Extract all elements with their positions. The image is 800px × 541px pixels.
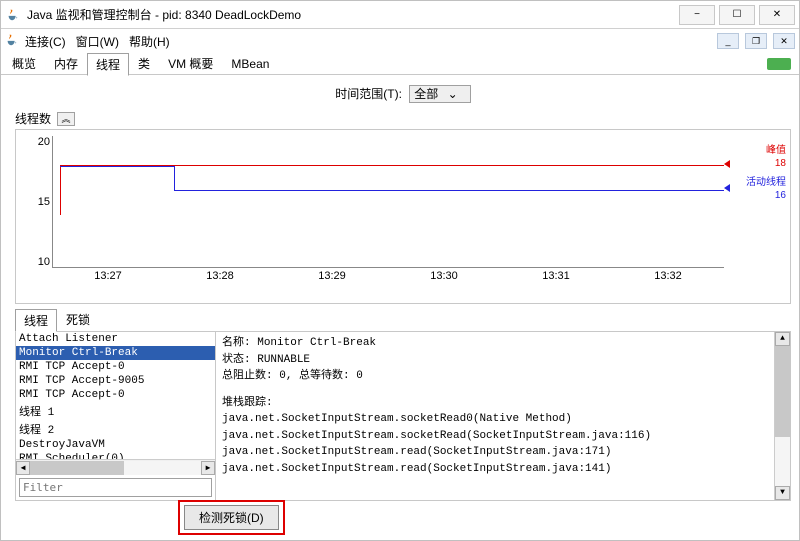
tab-threads-lower[interactable]: 线程 <box>15 309 57 332</box>
lower-panel: Attach ListenerMonitor Ctrl-BreakRMI TCP… <box>15 331 791 501</box>
live-line-drop <box>174 166 175 190</box>
detail-vscroll[interactable]: ▲ ▼ <box>774 332 790 500</box>
time-range-row: 时间范围(T): 全部 ⌄ <box>15 79 791 110</box>
stack-line: java.net.SocketInputStream.read(SocketIn… <box>222 461 784 478</box>
vscroll-track[interactable] <box>775 346 790 486</box>
main-tabs: 概览 内存 线程 类 VM 概要 MBean <box>1 53 799 75</box>
stack-line: java.net.SocketInputStream.socketRead(So… <box>222 428 784 445</box>
thread-list-hscroll[interactable]: ◀ ▶ <box>16 459 215 475</box>
live-marker-icon <box>724 184 730 192</box>
deadlock-highlight: 检测死锁(D) <box>178 500 285 535</box>
scroll-right-button[interactable]: ▶ <box>201 461 215 475</box>
time-range-label: 时间范围(T): <box>335 87 402 101</box>
tab-memory[interactable]: 内存 <box>45 52 87 75</box>
tab-vm-summary[interactable]: VM 概要 <box>159 52 222 75</box>
tab-classes[interactable]: 类 <box>129 52 159 75</box>
detail-name-value: Monitor Ctrl-Break <box>257 337 376 349</box>
detail-state-label: 状态: <box>222 354 251 366</box>
menubar: 连接(C) 窗口(W) 帮助(H) _ ❐ ✕ <box>1 29 799 53</box>
lower-tabs: 线程 死锁 <box>15 308 791 331</box>
menu-window[interactable]: 窗口(W) <box>76 33 119 50</box>
thread-detail-pane: 名称: Monitor Ctrl-Break 状态: RUNNABLE 总阻止数… <box>216 332 790 500</box>
detect-deadlock-button[interactable]: 检测死锁(D) <box>184 505 279 530</box>
thread-count-label: 线程数 <box>15 110 51 127</box>
content-area: 时间范围(T): 全部 ⌄ 线程数 ︽ 20 15 10 <box>1 75 799 540</box>
legend-live-label: 活动线程 <box>746 176 786 189</box>
time-range-value: 全部 <box>414 87 438 101</box>
menu-connect[interactable]: 连接(C) <box>25 33 66 50</box>
outer-titlebar: Java 监视和管理控制台 - pid: 8340 DeadLockDemo −… <box>1 1 799 29</box>
hscroll-thumb[interactable] <box>30 461 124 475</box>
thread-list-item[interactable]: Attach Listener <box>16 332 215 346</box>
legend-live-value: 16 <box>746 189 786 202</box>
plot-area <box>52 136 724 268</box>
x-axis: 13:27 13:28 13:29 13:30 13:31 13:32 <box>52 270 724 286</box>
stack-line: java.net.SocketInputStream.read(SocketIn… <box>222 444 784 461</box>
thread-count-header: 线程数 ︽ <box>15 110 791 127</box>
inner-window-controls: _ ❐ ✕ <box>717 33 795 49</box>
chart-legend: 峰值 18 活动线程 16 <box>746 144 786 202</box>
y-tick: 15 <box>30 196 50 208</box>
thread-list-item[interactable]: DestroyJavaVM <box>16 438 215 452</box>
tab-deadlock[interactable]: 死锁 <box>57 308 99 331</box>
java-icon <box>5 33 19 50</box>
y-axis: 20 15 10 <box>30 136 50 268</box>
legend-peak-label: 峰值 <box>746 144 786 157</box>
java-icon <box>5 7 21 23</box>
inner-minimize-button[interactable]: _ <box>717 33 739 49</box>
thread-list-item[interactable]: 线程 1 <box>16 402 215 420</box>
detail-blocked-label: 总阻止数: <box>222 370 273 382</box>
chevron-down-icon: ⌄ <box>448 87 458 101</box>
live-line-seg2 <box>174 190 724 191</box>
thread-list-item[interactable]: Monitor Ctrl-Break <box>16 346 215 360</box>
inner-maximize-button[interactable]: ❐ <box>745 33 767 49</box>
scroll-down-button[interactable]: ▼ <box>775 486 790 500</box>
peak-marker-icon <box>724 160 730 168</box>
collapse-toggle[interactable]: ︽ <box>57 112 75 126</box>
menu-help[interactable]: 帮助(H) <box>129 33 170 50</box>
close-button[interactable]: ✕ <box>759 5 795 25</box>
live-line-seg1 <box>60 166 174 167</box>
window-title: Java 监视和管理控制台 - pid: 8340 DeadLockDemo <box>27 6 679 23</box>
x-tick: 13:29 <box>318 270 346 286</box>
detail-state-value: RUNNABLE <box>257 354 310 366</box>
tab-mbean[interactable]: MBean <box>222 54 278 74</box>
stack-line: java.net.SocketInputStream.socketRead0(N… <box>222 411 784 428</box>
thread-list-item[interactable]: RMI TCP Accept-0 <box>16 360 215 374</box>
thread-list-item[interactable]: RMI TCP Accept-9005 <box>16 374 215 388</box>
tab-overview[interactable]: 概览 <box>3 52 45 75</box>
y-tick: 20 <box>30 136 50 148</box>
thread-chart: 20 15 10 <box>15 129 791 304</box>
x-tick: 13:27 <box>94 270 122 286</box>
tab-threads[interactable]: 线程 <box>87 53 129 76</box>
scroll-left-button[interactable]: ◀ <box>16 461 30 475</box>
filter-input[interactable] <box>19 478 212 497</box>
thread-list-item[interactable]: RMI TCP Accept-0 <box>16 388 215 402</box>
window-controls: − ☐ ✕ <box>679 5 795 25</box>
x-tick: 13:30 <box>430 270 458 286</box>
hscroll-track[interactable] <box>30 461 201 475</box>
thread-list-pane: Attach ListenerMonitor Ctrl-BreakRMI TCP… <box>16 332 216 500</box>
connection-status-icon <box>767 58 791 70</box>
time-range-select[interactable]: 全部 ⌄ <box>409 85 470 103</box>
minimize-button[interactable]: − <box>679 5 715 25</box>
x-tick: 13:32 <box>654 270 682 286</box>
detail-waited-label: 总等待数: <box>299 370 350 382</box>
stack-trace-label: 堆栈跟踪: <box>222 397 273 409</box>
thread-list-item[interactable]: 线程 2 <box>16 420 215 438</box>
maximize-button[interactable]: ☐ <box>719 5 755 25</box>
inner-close-button[interactable]: ✕ <box>773 33 795 49</box>
scroll-up-button[interactable]: ▲ <box>775 332 790 346</box>
legend-peak-value: 18 <box>746 157 786 170</box>
thread-list[interactable]: Attach ListenerMonitor Ctrl-BreakRMI TCP… <box>16 332 215 459</box>
detail-blocked-value: 0, <box>279 370 292 382</box>
x-tick: 13:31 <box>542 270 570 286</box>
x-tick: 13:28 <box>206 270 234 286</box>
thread-list-item[interactable]: RMI Scheduler(0) <box>16 452 215 459</box>
y-tick: 10 <box>30 256 50 268</box>
detail-waited-value: 0 <box>356 370 363 382</box>
detail-name-label: 名称: <box>222 337 251 349</box>
vscroll-thumb[interactable] <box>775 346 790 437</box>
